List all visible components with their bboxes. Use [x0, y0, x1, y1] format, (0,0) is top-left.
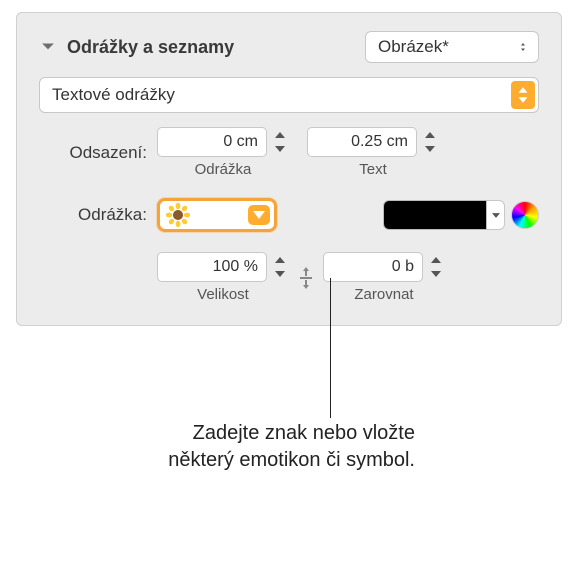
- align-stepper[interactable]: [427, 252, 445, 282]
- bullet-label: Odrážka:: [39, 205, 157, 225]
- size-group: 100 % Velikost: [157, 252, 289, 303]
- text-indent-group: 0.25 cm Text: [307, 127, 439, 178]
- bullet-indent-stepper[interactable]: [271, 127, 289, 157]
- bullet-row: Odrážka:: [39, 198, 539, 232]
- text-indent-value: 0.25 cm: [351, 133, 408, 151]
- list-style-popup[interactable]: Obrázek*: [365, 31, 539, 63]
- text-indent-stepper[interactable]: [421, 127, 439, 157]
- align-group: 0 b Zarovnat: [323, 252, 445, 303]
- size-align-row: 100 % Velikost 0 b: [39, 252, 539, 303]
- chevron-updown-icon: [511, 81, 535, 109]
- bullet-indent-group: 0 cm Odrážka: [157, 127, 289, 178]
- align-value: 0 b: [392, 258, 414, 276]
- chevron-down-icon: [427, 268, 445, 280]
- text-indent-sublabel: Text: [359, 161, 387, 178]
- chevron-down-icon: [248, 205, 270, 225]
- text-indent-field[interactable]: 0.25 cm: [307, 127, 417, 157]
- section-title: Odrážky a seznamy: [67, 37, 234, 58]
- indent-row: Odsazení: 0 cm Odrážka 0.25 cm: [39, 127, 539, 178]
- bullet-type-popup[interactable]: Textové odrážky: [39, 77, 539, 113]
- align-sublabel: Zarovnat: [354, 286, 413, 303]
- chevron-down-icon: [271, 268, 289, 280]
- chevron-up-icon: [427, 254, 445, 266]
- align-field[interactable]: 0 b: [323, 252, 423, 282]
- bullet-indent-sublabel: Odrážka: [195, 161, 252, 178]
- bullet-indent-field[interactable]: 0 cm: [157, 127, 267, 157]
- color-wheel-icon[interactable]: [511, 201, 539, 229]
- callout-text: Zadejte znak nebo vložte některý emotiko…: [155, 420, 415, 474]
- color-control: [383, 200, 539, 230]
- bullet-type-value: Textové odrážky: [52, 85, 175, 105]
- color-swatch[interactable]: [383, 200, 487, 230]
- chevron-updown-icon: [516, 43, 530, 51]
- list-style-value: Obrázek*: [378, 37, 449, 57]
- size-stepper[interactable]: [271, 252, 289, 282]
- size-field[interactable]: 100 %: [157, 252, 267, 282]
- align-vertical-icon: [295, 267, 317, 289]
- color-swatch-chevron[interactable]: [487, 200, 505, 230]
- bullet-character-popup[interactable]: [157, 198, 277, 232]
- indent-label: Odsazení:: [39, 143, 157, 163]
- bullet-indent-value: 0 cm: [223, 133, 258, 151]
- disclosure-triangle-icon[interactable]: [39, 38, 57, 56]
- section-header: Odrážky a seznamy Obrázek*: [39, 31, 539, 63]
- size-value: 100 %: [213, 258, 258, 276]
- size-sublabel: Velikost: [197, 286, 249, 303]
- bullets-lists-panel: Odrážky a seznamy Obrázek* Textové odráž…: [16, 12, 562, 326]
- callout-leader-line: [330, 278, 331, 418]
- chevron-down-icon: [271, 143, 289, 155]
- sunflower-icon: [166, 203, 190, 227]
- chevron-up-icon: [271, 254, 289, 266]
- chevron-up-icon: [271, 129, 289, 141]
- chevron-down-icon: [421, 143, 439, 155]
- chevron-up-icon: [421, 129, 439, 141]
